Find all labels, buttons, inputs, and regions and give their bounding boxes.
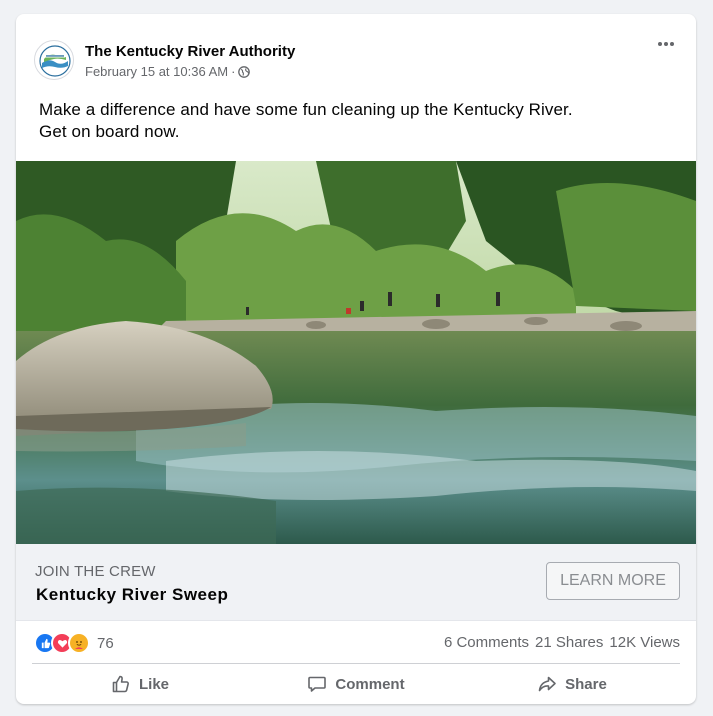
page-name[interactable]: The Kentucky River Authority	[85, 43, 295, 60]
post-timestamp[interactable]: February 15 at 10:36 AM	[85, 64, 228, 79]
page-avatar[interactable]	[34, 40, 74, 80]
learn-more-button[interactable]: LEARN MORE	[546, 562, 680, 600]
globe-icon[interactable]	[238, 65, 251, 78]
share-label: Share	[565, 675, 607, 693]
like-button[interactable]: Like	[32, 666, 248, 702]
reactions-summary[interactable]: 76	[34, 632, 114, 654]
post-actions: Like Comment Share	[32, 666, 680, 702]
reaction-count: 76	[97, 634, 114, 652]
comment-icon	[308, 676, 327, 692]
post-meta: February 15 at 10:36 AM ·	[85, 64, 251, 79]
care-reaction-icon	[68, 632, 90, 654]
post-header: The Kentucky River Authority February 15…	[16, 14, 696, 94]
post-photo[interactable]	[16, 161, 696, 544]
link-preview[interactable]: JOIN THE CREW Kentucky River Sweep LEARN…	[16, 544, 696, 621]
more-options-button[interactable]	[650, 34, 682, 54]
river-authority-logo-icon	[39, 45, 71, 77]
share-button[interactable]: Share	[464, 666, 680, 702]
stats-right: 6 Comments 21 Shares 12K Views	[444, 634, 680, 651]
link-caption: JOIN THE CREW	[35, 563, 156, 580]
actions-divider	[32, 663, 680, 664]
shares-count[interactable]: 21 Shares	[535, 634, 603, 651]
like-label: Like	[138, 675, 169, 693]
comments-count[interactable]: 6 Comments	[444, 634, 529, 651]
like-thumb-icon	[112, 675, 129, 693]
share-arrow-icon	[538, 676, 556, 692]
views-count: 12K Views	[609, 634, 680, 651]
comment-button[interactable]: Comment	[248, 666, 464, 702]
post-message-line: Get on board now.	[39, 122, 180, 141]
link-title[interactable]: Kentucky River Sweep	[36, 585, 228, 605]
comment-label: Comment	[335, 675, 405, 693]
post-message: Make a difference and have some fun clea…	[39, 99, 679, 143]
more-horiz-icon	[658, 42, 674, 46]
river-scene-image	[16, 161, 696, 544]
post-message-line: Make a difference and have some fun clea…	[39, 100, 573, 119]
engagement-stats: 76 6 Comments 21 Shares 12K Views	[16, 621, 696, 663]
post-card: The Kentucky River Authority February 15…	[16, 14, 696, 704]
meta-separator: ·	[231, 64, 236, 79]
